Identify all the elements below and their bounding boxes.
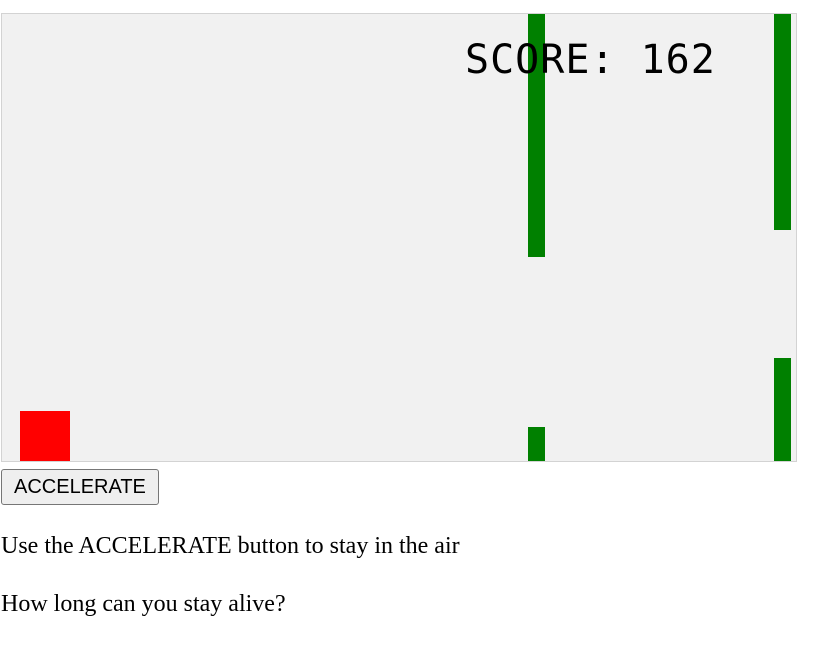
game-canvas: SCORE: 162	[1, 13, 797, 462]
obstacle-bottom-1	[528, 427, 545, 461]
challenge-text: How long can you stay alive?	[1, 591, 286, 617]
player-square	[20, 411, 70, 461]
accelerate-button[interactable]: ACCELERATE	[1, 469, 159, 505]
obstacle-top-2	[774, 14, 791, 230]
instruction-text: Use the ACCELERATE button to stay in the…	[1, 533, 460, 559]
score-display: SCORE: 162	[465, 37, 716, 83]
obstacle-bottom-2	[774, 358, 791, 461]
